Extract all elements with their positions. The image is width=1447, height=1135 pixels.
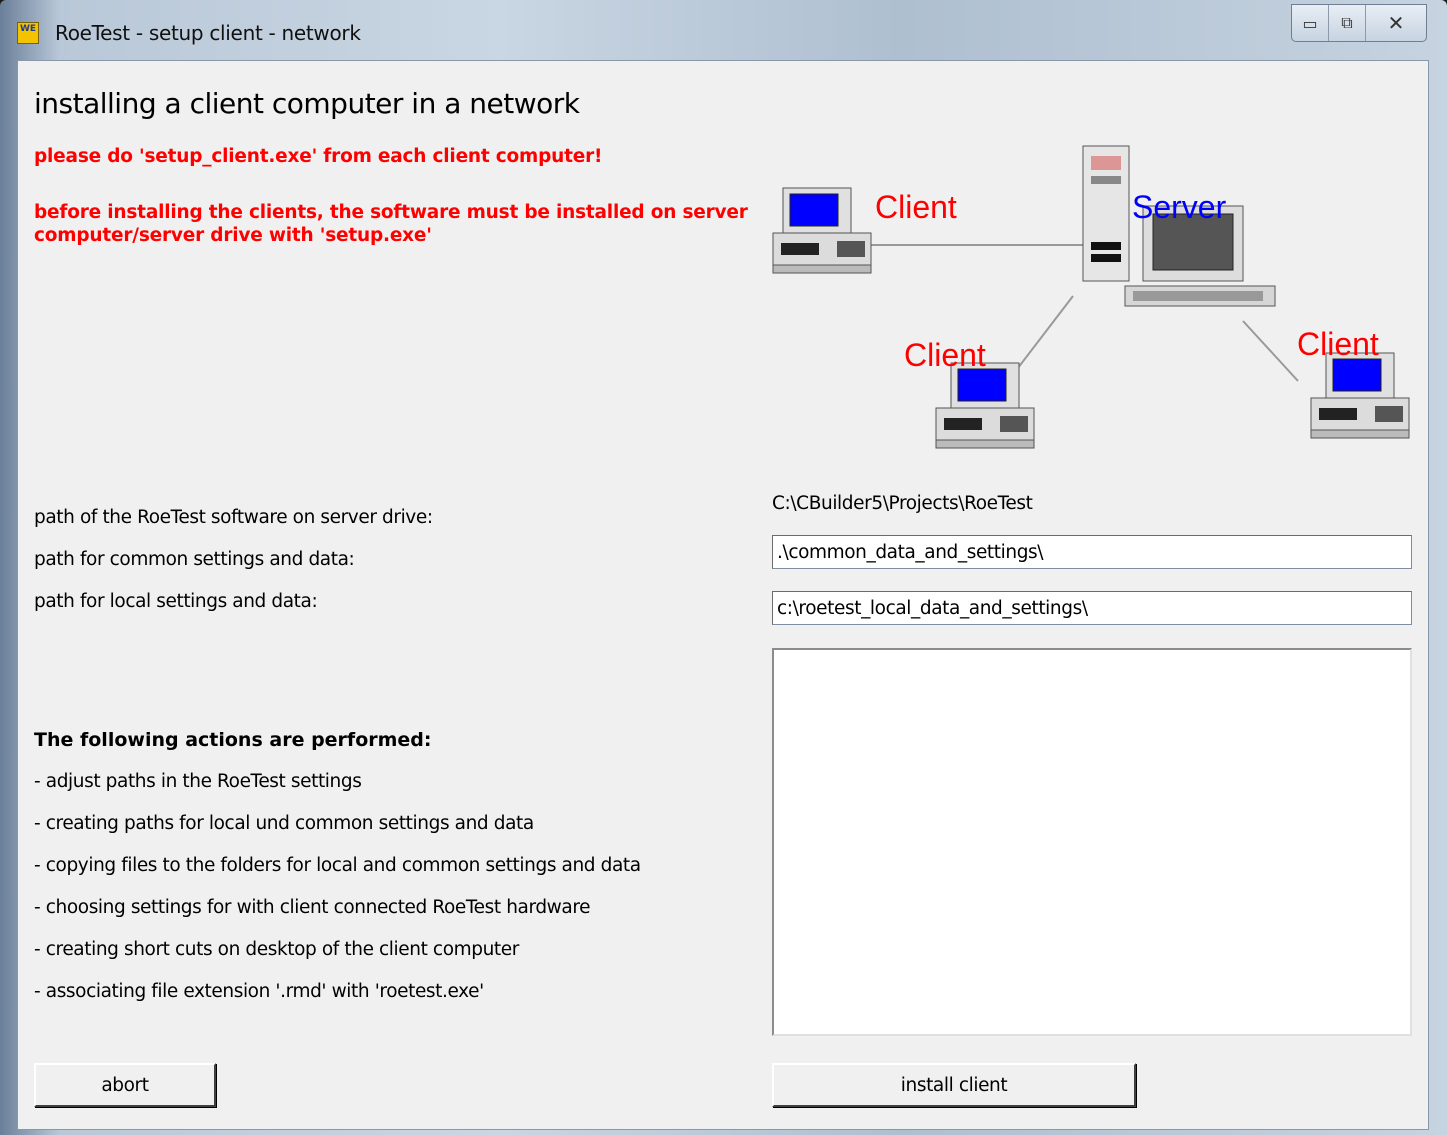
server-label: Server [1132,189,1227,225]
computer-icon [772,187,872,274]
local-path-label: path for local settings and data: [34,591,318,612]
link-line-right [1242,320,1299,382]
log-memo[interactable] [772,648,1412,1036]
computer-icon [935,362,1035,449]
client-label-left: Client [875,189,957,225]
abort-button[interactable]: abort [34,1063,216,1107]
app-window: WE RoeTest - setup client - network ▭ ⧉ … [0,0,1447,1135]
action-item: - associating file extension '.rmd' with… [34,981,484,1002]
server-path-label: path of the RoeTest software on server d… [34,507,433,528]
common-path-label: path for common settings and data: [34,549,355,570]
common-path-input[interactable] [772,535,1412,569]
window-title: RoeTest - setup client - network [55,21,361,45]
dialog-body: installing a client computer in a networ… [17,60,1429,1130]
close-icon: ✕ [1387,11,1405,35]
server-path-value: C:\CBuilder5\Projects\RoeTest [772,493,1033,514]
computer-icon [1310,352,1410,439]
warning-setup-client: please do 'setup_client.exe' from each c… [34,146,603,167]
minimize-icon: ▭ [1302,13,1318,33]
action-item: - choosing settings for with client conn… [34,897,591,918]
warning-server-install-line1: before installing the clients, the softw… [34,202,748,223]
network-diagram [772,145,1410,449]
action-item: - adjust paths in the RoeTest settings [34,771,362,792]
action-item: - creating short cuts on desktop of the … [34,939,519,960]
close-button[interactable]: ✕ [1366,5,1426,41]
client-label-bottom: Client [904,337,986,373]
maximize-button[interactable]: ⧉ [1329,5,1366,41]
maximize-icon: ⧉ [1341,13,1353,32]
server-tower-icon [1082,145,1130,282]
local-path-input[interactable] [772,591,1412,625]
client-label-right: Client [1297,326,1379,362]
window-controls: ▭ ⧉ ✕ [1291,4,1427,42]
actions-title: The following actions are performed: [34,729,432,751]
action-item: - copying files to the folders for local… [34,855,641,876]
title-bar[interactable]: WE RoeTest - setup client - network ▭ ⧉ … [0,0,1447,60]
action-item: - creating paths for local und common se… [34,813,534,834]
warning-server-install-line2: computer/server drive with 'setup.exe' [34,225,432,246]
install-client-button[interactable]: install client [772,1063,1136,1107]
app-icon: WE [17,22,39,44]
page-title: installing a client computer in a networ… [34,87,580,120]
minimize-button[interactable]: ▭ [1292,5,1329,41]
